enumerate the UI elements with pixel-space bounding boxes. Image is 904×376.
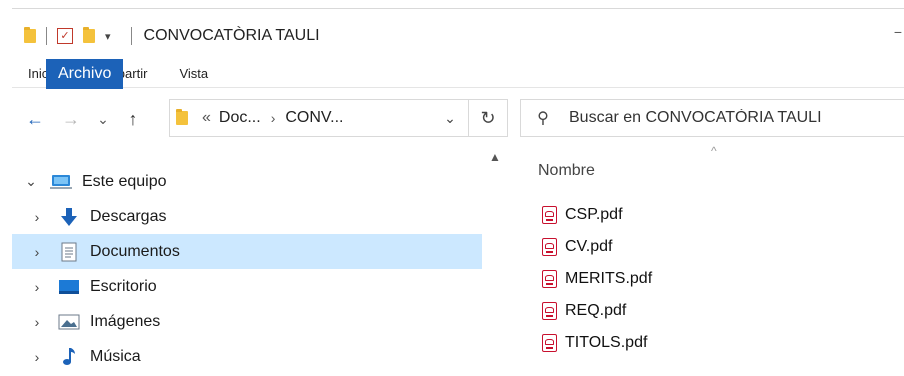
breadcrumb-separator-icon[interactable]: › [271, 110, 276, 126]
forward-arrow-icon[interactable]: → [56, 96, 86, 142]
tree-item-escritorio[interactable]: › Escritorio [12, 269, 482, 304]
download-icon [58, 206, 80, 228]
refresh-icon[interactable]: ↻ [468, 100, 507, 136]
tree-item-label: Imágenes [90, 312, 161, 330]
tree-item-musica[interactable]: › Música [12, 339, 482, 374]
search-input[interactable] [567, 108, 891, 128]
file-list-pane: ^ Nombre CSP.pdf CV.pdf MERITS.pdf REQ.p… [508, 144, 904, 376]
file-name: CV.pdf [565, 238, 613, 255]
tree-item-label: Descargas [90, 207, 167, 225]
search-box[interactable]: ⚲ [520, 99, 904, 137]
window-title: CONVOCATÒRIA TAULI [143, 27, 320, 44]
file-item[interactable]: CV.pdf [542, 232, 612, 262]
sort-ascending-icon: ^ [711, 144, 717, 158]
breadcrumb-item-documentos[interactable]: Doc... [219, 109, 261, 127]
title-bar: ✓ ▾ CONVOCATÒRIA TAULI − [12, 20, 904, 52]
pdf-file-icon [542, 238, 557, 256]
file-item[interactable]: MERITS.pdf [542, 264, 652, 294]
chevron-right-icon[interactable]: › [28, 209, 46, 225]
chevron-down-icon[interactable]: ⌄ [22, 173, 40, 190]
tree-item-este-equipo[interactable]: ⌄ Este equipo [12, 164, 482, 199]
pdf-file-icon [542, 334, 557, 352]
pictures-icon [58, 311, 80, 333]
file-item[interactable]: REQ.pdf [542, 296, 626, 326]
file-name: CSP.pdf [565, 206, 623, 223]
pdf-file-icon [542, 270, 557, 288]
up-arrow-icon[interactable]: ↑ [118, 96, 148, 142]
ribbon-tabs: Archivo Inicio Compartir Vista [12, 59, 904, 89]
pdf-file-icon [542, 206, 557, 224]
search-icon: ⚲ [537, 110, 549, 127]
file-name: REQ.pdf [565, 302, 627, 319]
computer-icon [50, 171, 72, 193]
address-row: ← → ⌄ ↑ « Doc... › CONV... ⌄ ↻ ⚲ [12, 96, 904, 142]
folder-icon [24, 27, 36, 43]
chevron-right-icon[interactable]: › [28, 314, 46, 330]
folder-icon [176, 109, 188, 125]
desktop-icon [58, 276, 80, 298]
tab-archivo[interactable]: Archivo [46, 59, 124, 89]
file-name: MERITS.pdf [565, 270, 653, 287]
address-bar[interactable]: « Doc... › CONV... ⌄ ↻ [169, 99, 508, 137]
navigation-scrollbar[interactable]: ▲ [482, 150, 508, 376]
breadcrumb-item-convocatoria[interactable]: CONV... [285, 109, 343, 127]
tree-item-label: Música [90, 347, 141, 365]
tab-vista[interactable]: Vista [163, 59, 224, 87]
file-item[interactable]: CSP.pdf [542, 200, 623, 230]
quick-access-toolbar: ✓ ▾ [24, 27, 142, 45]
tree-item-label: Este equipo [82, 172, 167, 190]
toolbar-separator [46, 27, 47, 45]
quick-access-dropdown-icon[interactable]: ▾ [105, 30, 111, 43]
new-folder-icon[interactable] [83, 27, 95, 43]
tree-item-label: Documentos [90, 242, 180, 260]
pdf-file-icon [542, 302, 557, 320]
minimize-icon[interactable]: − [894, 24, 902, 40]
back-arrow-icon[interactable]: ← [20, 96, 50, 142]
navigation-pane: ⌄ Este equipo › Descargas › Documentos ›… [12, 150, 482, 376]
chevron-right-icon[interactable]: › [28, 279, 46, 295]
tree-item-imagenes[interactable]: › Imágenes [12, 304, 482, 339]
breadcrumb-overflow-icon[interactable]: « [202, 109, 211, 127]
properties-check-icon[interactable]: ✓ [57, 28, 73, 44]
column-header-nombre[interactable]: Nombre [538, 162, 595, 180]
window-top-border [12, 8, 904, 9]
toolbar-separator [130, 27, 132, 45]
documents-icon [58, 241, 80, 263]
music-icon [58, 346, 80, 368]
tree-item-descargas[interactable]: › Descargas [12, 199, 482, 234]
chevron-right-icon[interactable]: › [28, 244, 46, 260]
file-name: TITOLS.pdf [565, 334, 648, 351]
tree-item-label: Escritorio [90, 277, 157, 295]
chevron-right-icon[interactable]: › [28, 349, 46, 365]
scroll-up-icon[interactable]: ▲ [482, 150, 508, 164]
file-item[interactable]: TITOLS.pdf [542, 328, 647, 358]
recent-locations-chevron-icon[interactable]: ⌄ [92, 96, 114, 142]
breadcrumb: « Doc... › CONV... [170, 109, 432, 127]
address-dropdown-icon[interactable]: ⌄ [432, 110, 468, 127]
tree-item-documentos[interactable]: › Documentos [12, 234, 482, 269]
